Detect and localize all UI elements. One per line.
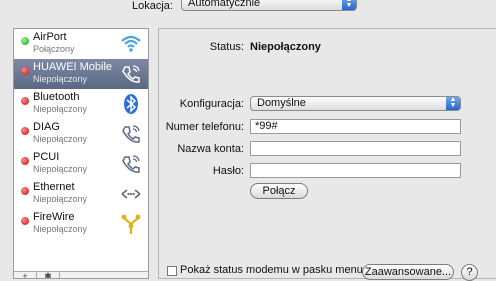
status-label: Status: xyxy=(209,41,244,53)
connect-button[interactable]: Połącz xyxy=(250,183,308,199)
service-name: Ethernet xyxy=(33,181,75,193)
password-field[interactable] xyxy=(250,163,461,178)
list-buttons: + ✱ xyxy=(14,271,148,278)
service-item-pcui[interactable]: PCUI Niepołączony xyxy=(14,149,148,179)
phone-number-field[interactable]: *99# xyxy=(250,119,461,134)
service-item-airport[interactable]: AirPort Połączony xyxy=(14,29,148,59)
service-status: Niepołączony xyxy=(33,134,88,144)
configuration-select[interactable]: Domyślne ▲ ▼ xyxy=(250,96,461,111)
ethernet-icon xyxy=(121,189,141,199)
service-status: Niepołączony xyxy=(33,164,88,174)
service-name: DIAG xyxy=(33,121,60,133)
status-dot xyxy=(21,127,29,135)
service-item-diag[interactable]: DIAG Niepołączony xyxy=(14,119,148,149)
firewire-icon xyxy=(121,214,141,234)
service-status: Niepołączony xyxy=(33,104,88,114)
password-label: Hasło: xyxy=(212,165,244,177)
status-dot xyxy=(21,217,29,225)
bluetooth-icon xyxy=(124,94,138,114)
status-dot xyxy=(21,187,29,195)
location-bar: Lokacja: Automatycznie ▲▼ xyxy=(0,0,496,16)
service-status: Niepołączony xyxy=(33,74,88,84)
location-value: Automatycznie xyxy=(188,0,261,9)
updown-arrows-icon: ▲▼ xyxy=(446,96,460,110)
account-name-field[interactable] xyxy=(250,141,461,156)
status-value: Niepołączony xyxy=(250,41,321,53)
service-name: PCUI xyxy=(33,151,60,163)
phone-icon xyxy=(122,155,140,173)
service-name: Bluetooth xyxy=(33,91,80,103)
help-button[interactable]: ? xyxy=(461,264,478,281)
configuration-value: Domyślne xyxy=(257,97,306,109)
phone-icon xyxy=(122,65,140,83)
updown-arrows-icon: ▲▼ xyxy=(342,0,356,10)
status-dot xyxy=(21,97,29,105)
service-item-huawei-mobile[interactable]: HUAWEI Mobile Niepołączony xyxy=(14,59,148,89)
add-service-button[interactable]: + xyxy=(14,272,37,278)
service-status: Niepołączony xyxy=(33,224,88,234)
location-select[interactable]: Automatycznie ▲▼ xyxy=(181,0,357,11)
phone-label: Numer telefonu: xyxy=(165,121,244,133)
service-name: FireWire xyxy=(33,211,75,223)
status-dot xyxy=(21,37,29,45)
service-name: HUAWEI Mobile xyxy=(33,61,113,73)
service-list[interactable]: AirPort Połączony HUAWEI Mobile Niepołąc… xyxy=(13,28,149,279)
service-status: Niepołączony xyxy=(33,194,88,204)
location-label: Lokacja: xyxy=(132,0,173,12)
status-dot xyxy=(21,157,29,165)
account-label: Nazwa konta: xyxy=(177,143,244,155)
service-item-bluetooth[interactable]: Bluetooth Niepołączony xyxy=(14,89,148,119)
show-modem-status-label: Pokaż status modemu w pasku menu xyxy=(180,264,363,276)
phone-icon xyxy=(122,125,140,143)
action-menu-button[interactable]: ✱ xyxy=(37,272,60,278)
service-item-ethernet[interactable]: Ethernet Niepołączony xyxy=(14,179,148,209)
show-modem-status-checkbox[interactable] xyxy=(167,266,177,276)
service-name: AirPort xyxy=(33,31,67,43)
configuration-label: Konfiguracja: xyxy=(179,98,244,110)
service-item-firewire[interactable]: FireWire Niepołączony xyxy=(14,209,148,239)
wifi-icon xyxy=(121,35,141,52)
status-dot xyxy=(21,67,29,75)
advanced-button[interactable]: Zaawansowane... xyxy=(362,264,454,280)
service-status: Połączony xyxy=(33,44,75,54)
